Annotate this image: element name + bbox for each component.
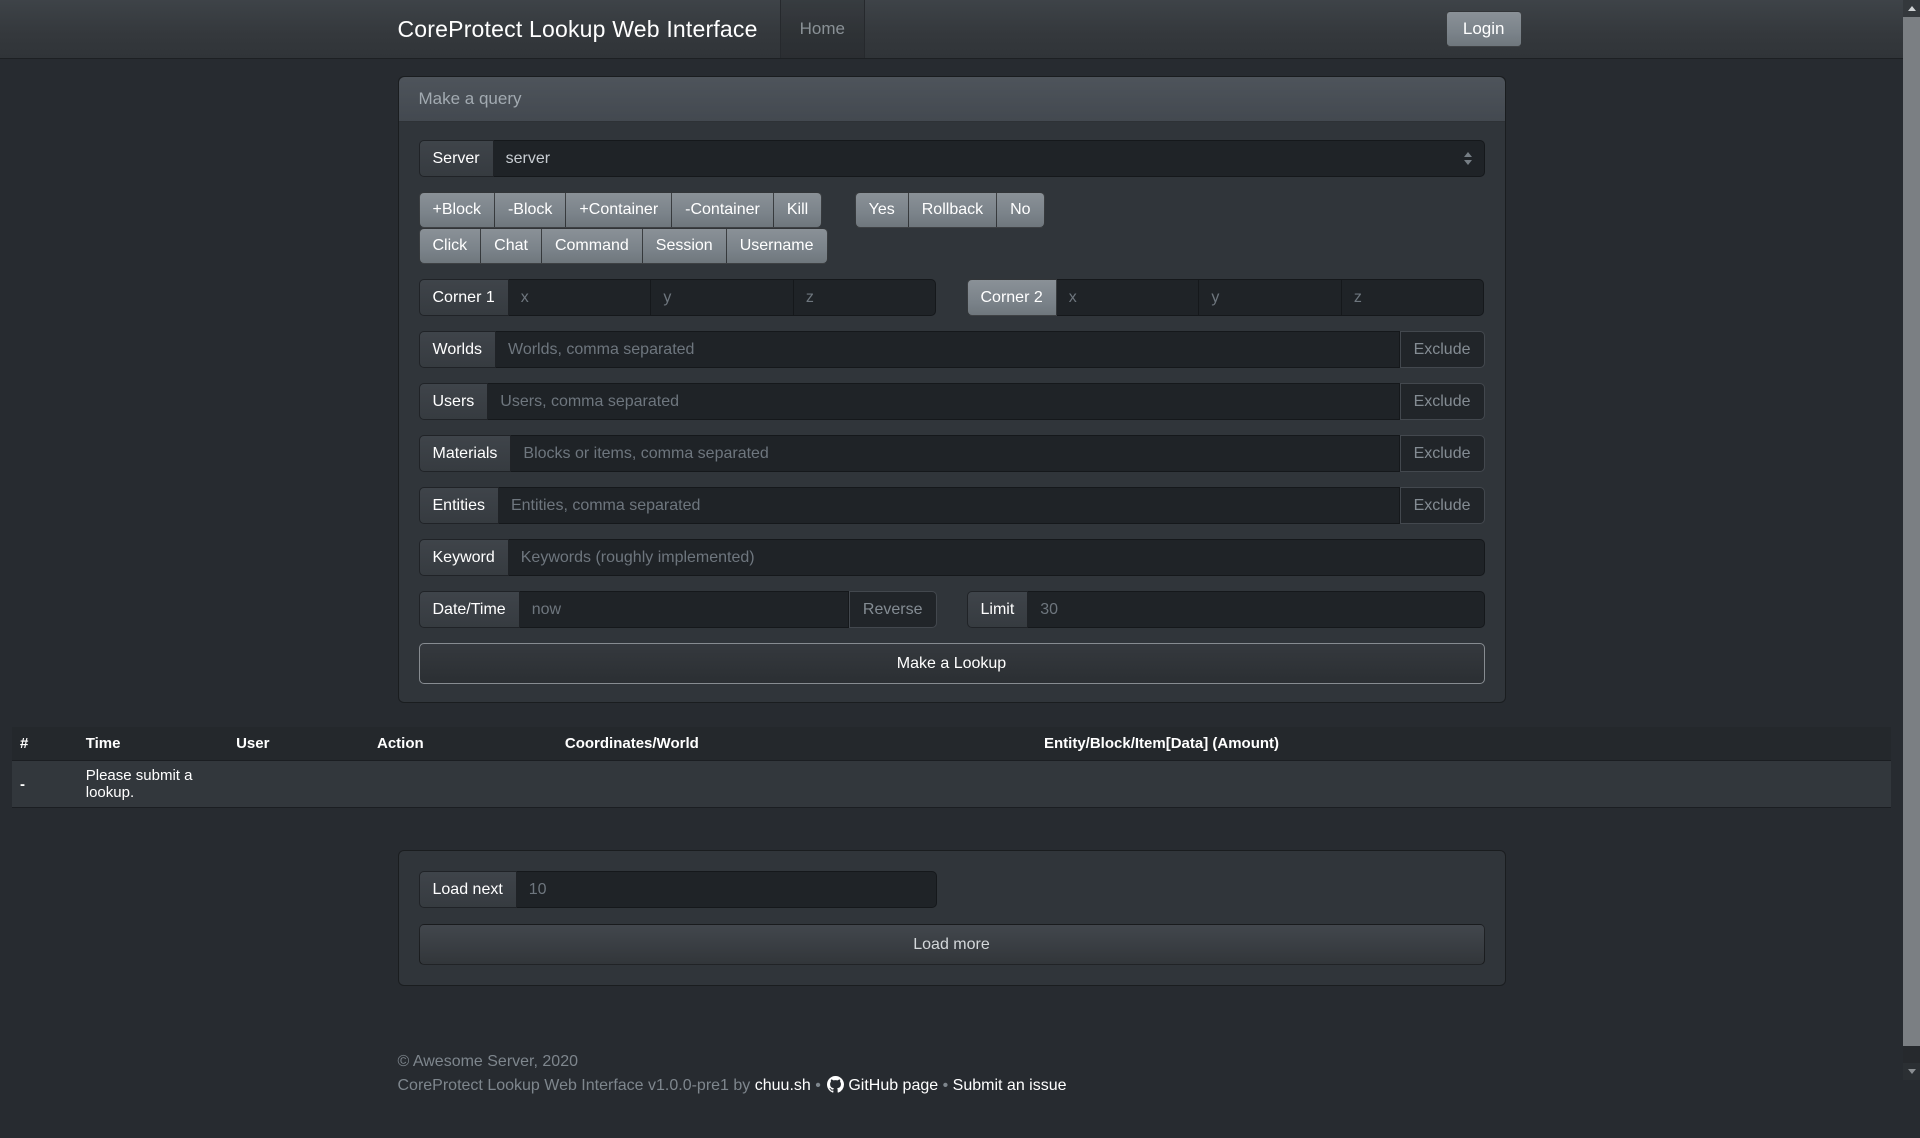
- misc-action-button-group: Click Chat Command Session Username: [419, 228, 828, 264]
- limit-group: Limit: [967, 591, 1485, 628]
- no-button[interactable]: No: [997, 192, 1044, 228]
- row-index-cell: -: [12, 761, 78, 808]
- users-exclude-button[interactable]: Exclude: [1400, 383, 1485, 420]
- worlds-label: Worlds: [419, 331, 497, 368]
- plus-container-button[interactable]: +Container: [566, 192, 672, 228]
- plus-block-button[interactable]: +Block: [419, 192, 495, 228]
- users-group: Users Exclude: [419, 383, 1485, 420]
- corner2-y-input[interactable]: [1199, 279, 1342, 316]
- col-index: #: [12, 727, 78, 761]
- limit-label: Limit: [967, 591, 1029, 628]
- scrollbar-up-button[interactable]: [1903, 0, 1920, 17]
- load-next-group: Load next: [419, 871, 937, 908]
- block-button-group: +Block -Block +Container -Container Kill: [419, 192, 823, 228]
- corner1-label: Corner 1: [419, 279, 509, 316]
- click-button[interactable]: Click: [419, 228, 482, 264]
- keyword-input[interactable]: [509, 539, 1485, 576]
- nav-item-home[interactable]: Home: [780, 0, 865, 58]
- worlds-exclude-button[interactable]: Exclude: [1400, 331, 1485, 368]
- materials-input[interactable]: [511, 435, 1399, 472]
- results-table: # Time User Action Coordinates/World Ent…: [0, 727, 1903, 808]
- load-next-label: Load next: [419, 871, 517, 908]
- users-input[interactable]: [488, 383, 1399, 420]
- materials-exclude-button[interactable]: Exclude: [1400, 435, 1485, 472]
- col-action: Action: [369, 727, 557, 761]
- col-coordinates: Coordinates/World: [557, 727, 1036, 761]
- row-message-cell: Please submit a lookup.: [78, 761, 228, 808]
- worlds-input[interactable]: [496, 331, 1400, 368]
- username-button[interactable]: Username: [727, 228, 828, 264]
- navbar: CoreProtect Lookup Web Interface Home Lo…: [0, 0, 1903, 59]
- load-more-button[interactable]: Load more: [419, 924, 1485, 965]
- table-row: - Please submit a lookup.: [12, 761, 1891, 808]
- corner1-y-input[interactable]: [651, 279, 794, 316]
- select-arrows-icon: [1464, 152, 1472, 165]
- results-header-row: # Time User Action Coordinates/World Ent…: [12, 727, 1891, 761]
- worlds-group: Worlds Exclude: [419, 331, 1485, 368]
- rollback-button-group: Yes Rollback No: [855, 192, 1045, 228]
- minus-container-button[interactable]: -Container: [672, 192, 774, 228]
- query-panel-header: Make a query: [399, 77, 1505, 122]
- login-button[interactable]: Login: [1446, 11, 1522, 47]
- col-user: User: [228, 727, 369, 761]
- rollback-button[interactable]: Rollback: [909, 192, 997, 228]
- keyword-group: Keyword: [419, 539, 1485, 576]
- col-entity: Entity/Block/Item[Data] (Amount): [1036, 727, 1891, 761]
- materials-label: Materials: [419, 435, 512, 472]
- server-select[interactable]: server: [494, 140, 1485, 177]
- yes-button[interactable]: Yes: [855, 192, 909, 228]
- entities-input[interactable]: [499, 487, 1400, 524]
- corner1-group: Corner 1: [419, 279, 937, 316]
- chat-button[interactable]: Chat: [481, 228, 542, 264]
- load-next-input[interactable]: [517, 871, 937, 908]
- users-label: Users: [419, 383, 489, 420]
- limit-input[interactable]: [1028, 591, 1484, 628]
- minus-block-button[interactable]: -Block: [495, 192, 566, 228]
- kill-button[interactable]: Kill: [774, 192, 822, 228]
- entities-exclude-button[interactable]: Exclude: [1400, 487, 1485, 524]
- server-select-value: server: [506, 150, 550, 168]
- query-panel: Make a query Server server: [398, 76, 1506, 703]
- command-button[interactable]: Command: [542, 228, 643, 264]
- materials-group: Materials Exclude: [419, 435, 1485, 472]
- corner1-z-input[interactable]: [794, 279, 937, 316]
- corner2-z-input[interactable]: [1342, 279, 1485, 316]
- vertical-scrollbar: [1903, 0, 1920, 1080]
- pagination-panel: Load next Load more: [398, 850, 1506, 986]
- datetime-input[interactable]: [520, 591, 849, 628]
- col-time: Time: [78, 727, 228, 761]
- github-icon: [827, 1076, 844, 1093]
- corner2-toggle-button[interactable]: Corner 2: [967, 279, 1057, 316]
- entities-label: Entities: [419, 487, 499, 524]
- brand-title[interactable]: CoreProtect Lookup Web Interface: [398, 16, 758, 43]
- entities-group: Entities Exclude: [419, 487, 1485, 524]
- corner2-x-input[interactable]: [1057, 279, 1200, 316]
- footer-copyright: © Awesome Server, 2020: [398, 1050, 1506, 1074]
- server-group: Server server: [419, 140, 1485, 177]
- keyword-label: Keyword: [419, 539, 509, 576]
- corner1-x-input[interactable]: [509, 279, 652, 316]
- reverse-button[interactable]: Reverse: [849, 591, 937, 628]
- scrollbar-thumb[interactable]: [1903, 17, 1920, 1046]
- footer: © Awesome Server, 2020 CoreProtect Looku…: [398, 1050, 1506, 1138]
- session-button[interactable]: Session: [643, 228, 727, 264]
- make-lookup-button[interactable]: Make a Lookup: [419, 643, 1485, 684]
- corner2-group: Corner 2: [967, 279, 1485, 316]
- scrollbar-down-button[interactable]: [1903, 1063, 1920, 1080]
- datetime-group: Date/Time Reverse: [419, 591, 937, 628]
- server-label: Server: [419, 140, 494, 177]
- datetime-label: Date/Time: [419, 591, 520, 628]
